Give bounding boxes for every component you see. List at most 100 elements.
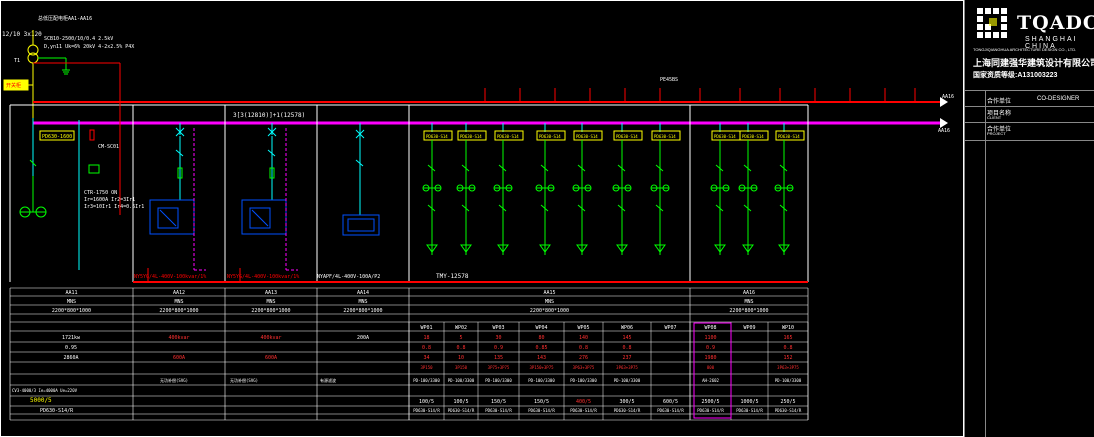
- circuit-ct-2: 150/5: [491, 399, 506, 405]
- company-small-en: TONGJIQIANGHUA ARCHITECTURE DESIGN CO., …: [973, 47, 1077, 52]
- circuit-breaker-6: PD630-S14/R: [657, 408, 684, 413]
- circuit-ijs-1: 10: [458, 355, 464, 361]
- cabinet-size-2: 2200*800*1000: [251, 308, 290, 314]
- circuit-spec-red-1: 3P150: [455, 365, 468, 370]
- cabinet-no-1: AA12: [173, 290, 185, 296]
- transformer-spec-2: D,yn11 Uk=6% 20kV 4-2x2.5% P4X: [44, 44, 134, 50]
- circuit-no-2: WP03: [492, 325, 504, 331]
- bus-node-top: AA16: [942, 94, 954, 100]
- circuit-breaker-2: PD630-S14/R: [485, 408, 512, 413]
- circuit-pe-7: 1100: [704, 335, 716, 341]
- circuit-ct-7: 2500/5: [701, 399, 719, 405]
- incomer-fuse: [89, 129, 95, 141]
- circuit-spec-7: AH-2602: [702, 378, 719, 383]
- circuit-no-7: WP08: [704, 325, 716, 331]
- circuit-no-6: WP07: [664, 325, 676, 331]
- aa11-cos: 0.95: [65, 345, 77, 351]
- company-en: TQADC: [1017, 12, 1094, 34]
- circuit-pe-4: 140: [579, 335, 588, 341]
- feeder-breaker-label-2: PD630-S14: [497, 134, 519, 139]
- circuit-pe-3: 80: [538, 335, 544, 341]
- circuit-cos-1: 0.8: [456, 345, 465, 351]
- circuit-spec-2: PD-100/3300: [485, 378, 512, 383]
- cabinet-no-5: AA16: [743, 290, 755, 296]
- incomer-breaker-label: PD630-1600: [42, 134, 72, 140]
- circuit-pe-5: 145: [622, 335, 631, 341]
- feeder-breaker-label-6: PD630-S14: [654, 134, 676, 139]
- circuit-ijs-3: 143: [537, 355, 546, 361]
- cabinet-no-2: AA13: [265, 290, 277, 296]
- incomer-ct-note-1: CTR-1750 ON: [84, 190, 117, 196]
- circuit-no-8: WP09: [743, 325, 755, 331]
- cabinet-no-0: AA11: [65, 290, 77, 296]
- feeder-breaker-label-5: PD630-S14: [616, 134, 638, 139]
- circuit-cos-9: 0.8: [783, 345, 792, 351]
- project-label-en: PROJECT: [987, 131, 1006, 136]
- single-line-diagram: 总低压配电柜AA1-AA16 12/10 3x120SCB10-2500/10/0…: [0, 0, 964, 437]
- aa13-cable-label: NY5YG/4L-400V-100kvar/1%: [227, 274, 299, 280]
- circuit-spec-red-0: 3P150: [420, 365, 433, 370]
- circuit-spec-1: PD-100/3300: [448, 378, 475, 383]
- cabinet-no-3: AA14: [357, 290, 369, 296]
- circuit-spec-red-4: 3P63+3P75: [573, 365, 595, 370]
- feeder-breaker-label-1: PD630-S14: [460, 134, 482, 139]
- apf-inner: [347, 218, 375, 232]
- circuit-ijs-2: 135: [494, 355, 503, 361]
- circuit-pe-9: 165: [783, 335, 792, 341]
- circuit-pe-2: 30: [495, 335, 501, 341]
- circuit-cos-0: 0.8: [422, 345, 431, 351]
- company-cn: 上海同建强华建筑设计有限公司: [973, 58, 1094, 68]
- cabinet-size-5: 2200*800*1000: [729, 308, 768, 314]
- aa12-current: 600A: [173, 355, 185, 361]
- aa12-kvar: 400kvar: [168, 335, 189, 341]
- cabinet-size-4: 2200*800*1000: [530, 308, 569, 314]
- aa13-note: 无功补偿(SVG): [230, 377, 258, 383]
- tqadc-logo-icon: [977, 8, 1011, 42]
- circuit-no-9: WP10: [782, 325, 794, 331]
- top-bus-label: PE45BS: [660, 77, 678, 83]
- cabinet-no-4: AA15: [543, 290, 555, 296]
- client-label-en: CLIENT: [987, 115, 1002, 120]
- transformer-spec-1: SCB10-2500/10/0.4 2.5kV: [44, 36, 113, 42]
- circuit-breaker-8: PD630-S14/R: [736, 408, 763, 413]
- circuit-breaker-7: PD630-S14/R: [697, 408, 724, 413]
- cabinet-type-1: MNS: [174, 299, 183, 305]
- circuit-breaker-0: PD630-S14/R: [413, 408, 440, 413]
- aa11-bottom: PD630-S14/R: [40, 408, 74, 414]
- transformer-title: 总低压配电柜AA1-AA16: [38, 15, 92, 22]
- circuit-spec-red-5: 3P63+3P75: [616, 365, 638, 370]
- cabinet-type-5: MNS: [744, 299, 753, 305]
- circuit-cos-3: 0.85: [535, 345, 547, 351]
- aa12-cable-label: NY5YG/4L-400V-100kvar/1%: [134, 274, 206, 280]
- circuit-spec-red-3: 3P150+3P75: [529, 365, 554, 370]
- feeder-breaker-label-7: PD630-S14: [714, 134, 736, 139]
- aa14-cable-label: NYAPF/4L-400V-100A/P2: [317, 274, 380, 280]
- cooperator-label: 合作单位: [987, 99, 1012, 105]
- aa14-note: 有源滤波: [320, 377, 336, 383]
- circuit-breaker-9: PD630-S14/R: [775, 408, 802, 413]
- circuit-no-3: WP04: [535, 325, 547, 331]
- incomer-meter: [88, 164, 100, 174]
- aa11-breaker: CV3-4000/3 Ie=4000A Ue=220V: [12, 388, 78, 393]
- feeder-breaker-label-0: PD630-S14: [426, 134, 448, 139]
- cabinet-size-1: 2200*800*1000: [159, 308, 198, 314]
- bus-node-main: AA16: [938, 128, 950, 134]
- circuit-breaker-4: PD630-S14/R: [570, 408, 597, 413]
- circuit-pe-1: 5: [459, 335, 462, 341]
- bus-arrow-main: [940, 118, 948, 128]
- circuit-pe-0: 18: [423, 335, 429, 341]
- aa13-current: 600A: [265, 355, 277, 361]
- drawing-frame: [0, 0, 964, 437]
- circuit-cos-2: 0.9: [494, 345, 503, 351]
- circuit-ct-4: 400/5: [576, 399, 591, 405]
- certificate-number: 国家资质等级:A131003223: [973, 72, 1058, 79]
- circuit-ijs-9: 152: [783, 355, 792, 361]
- circuit-ct-6: 600/5: [663, 399, 678, 405]
- circuit-spec-5: PD-100/3300: [614, 378, 641, 383]
- incomer-ct-note-3: Ir3=10Ir1 Ir4=0.6Ir1: [84, 204, 144, 210]
- circuit-ijs-4: 276: [579, 355, 588, 361]
- feeder-breaker-label-8: PD630-S14: [742, 134, 764, 139]
- aa13-kvar: 400kvar: [260, 335, 281, 341]
- transformer-tag: T1: [14, 58, 20, 64]
- cad-viewport[interactable]: 总低压配电柜AA1-AA16 12/10 3x120 SCB10-2500/10/0…: [0, 0, 1094, 437]
